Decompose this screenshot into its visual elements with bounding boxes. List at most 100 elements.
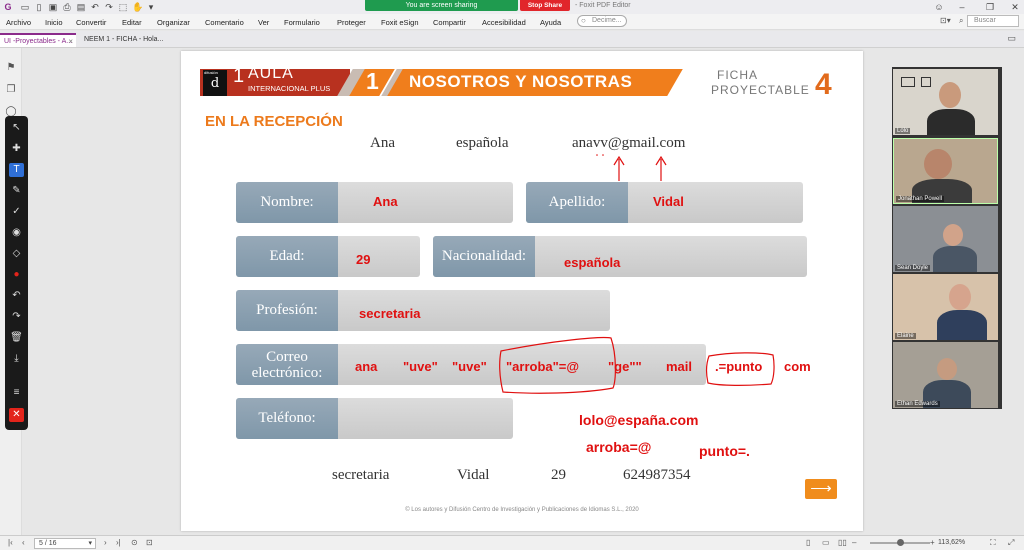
menu-inicio[interactable]: Inicio (45, 18, 63, 27)
scan-icon[interactable]: ▤ (76, 2, 86, 12)
close-tab-icon[interactable]: × (68, 35, 73, 48)
menu-ver[interactable]: Ver (258, 18, 269, 27)
menu-formulario[interactable]: Formulario (284, 18, 320, 27)
participant-tile[interactable]: Sean Doyle (893, 206, 998, 272)
hand-icon[interactable]: ✋ (132, 2, 143, 12)
menu-ayuda[interactable]: Ayuda (540, 18, 561, 27)
menu-foxit-esign[interactable]: Foxit eSign (381, 18, 419, 27)
tab-list-icon[interactable]: ▭ (1007, 33, 1016, 44)
participant-face (937, 358, 957, 380)
chevron-down-icon[interactable]: ▾ (146, 2, 156, 12)
text-tool-icon[interactable]: T (9, 163, 24, 177)
close-icon[interactable]: ✕ (1010, 2, 1020, 12)
handwritten-example-email: lolo@españa.com (579, 412, 699, 428)
first-page-icon[interactable]: |‹ (8, 538, 13, 547)
participant-body (937, 310, 987, 340)
tab-proyectables[interactable]: UI -Proyectables - A... × (0, 33, 76, 47)
unit-title: NOSOTROS Y NOSOTRAS (409, 72, 633, 91)
view-mode-icon[interactable]: ⊙ (131, 538, 138, 547)
handwritten-value: 29 (356, 252, 371, 267)
zoom-level[interactable]: 113,62% (938, 539, 965, 546)
hint-word: secretaria (332, 467, 390, 483)
section-title: EN LA RECEPCIÓN (205, 113, 343, 130)
participant-body (933, 246, 977, 272)
last-page-icon[interactable]: ›| (116, 538, 121, 547)
field-telefono[interactable]: Teléfono: (236, 398, 513, 439)
color-picker-icon[interactable]: ● (9, 268, 24, 282)
account-icon[interactable]: ☺ (934, 2, 944, 12)
save-icon[interactable]: ▣ (48, 2, 58, 12)
trash-icon[interactable]: 🗑 (9, 331, 24, 345)
stop-share-button[interactable]: Stop Share (520, 0, 570, 11)
fit-page-icon[interactable]: ⊡ (146, 538, 153, 547)
print-icon[interactable]: ⎙ (62, 2, 72, 12)
two-page-icon[interactable]: ▯▯ (838, 538, 847, 547)
pages-icon[interactable]: ❐ (5, 84, 17, 96)
field-edad[interactable]: Edad: (236, 236, 420, 277)
book-subtitle: INTERNACIONAL PLUS (248, 84, 331, 93)
zoom-slider-handle[interactable] (897, 539, 904, 546)
menu-convertir[interactable]: Convertir (76, 18, 106, 27)
participant-tile[interactable]: Lolo (893, 69, 998, 135)
ficha-label-line-2: PROYECTABLE (711, 83, 810, 97)
undo-icon[interactable]: ↶ (9, 289, 24, 303)
undo-icon[interactable]: ↶ (90, 2, 100, 12)
menu-accesibilidad[interactable]: Accesibilidad (482, 18, 526, 27)
zoom-in-icon[interactable]: + (930, 538, 935, 547)
field-label-line-2: electrónico: (251, 365, 323, 381)
field-label-line-1: Correo (266, 349, 308, 365)
prev-page-icon[interactable]: ‹ (22, 538, 25, 547)
continuous-page-icon[interactable]: ▭ (822, 538, 830, 547)
checkmark-icon[interactable]: ✓ (9, 205, 24, 219)
fullscreen-icon[interactable]: ⛶ (990, 538, 996, 548)
move-icon[interactable]: ✚ (9, 142, 24, 156)
view-options-icon[interactable]: ⊡▾ (940, 16, 951, 25)
menu-compartir[interactable]: Compartir (433, 18, 466, 27)
select-icon[interactable]: ⬚ (118, 2, 128, 12)
field-label: Nacionalidad: (433, 236, 535, 277)
field-label: Teléfono: (236, 398, 338, 439)
single-page-icon[interactable]: ▯ (806, 538, 810, 547)
menu-bar: Archivo Inicio Convertir Editar Organiza… (0, 14, 1024, 30)
field-profesion[interactable]: Profesión: (236, 290, 610, 331)
document-search-input[interactable]: ⌕ Buscar (959, 15, 1019, 27)
pointer-icon[interactable]: ↖ (9, 121, 24, 135)
level-number: 1 (233, 65, 245, 87)
participant-tile[interactable]: Elaine (893, 274, 998, 340)
menu-proteger[interactable]: Proteger (337, 18, 366, 27)
foxit-logo-icon: G (4, 2, 12, 12)
restore-icon[interactable]: ❐ (985, 2, 995, 12)
stamp-icon[interactable]: ◉ (9, 226, 24, 240)
chevron-down-icon: ▾ (88, 540, 92, 547)
menu-comentario[interactable]: Comentario (205, 18, 244, 27)
open-folder-icon[interactable]: ▭ (20, 2, 30, 12)
bookmark-icon[interactable]: ⚑ (5, 62, 17, 74)
expand-icon[interactable]: ⤢ (1008, 538, 1014, 548)
download-icon[interactable]: ⤓ (9, 352, 24, 366)
ficha-label-line-1: FICHA (717, 68, 758, 82)
participant-tile[interactable]: Ethan Edwards (893, 342, 998, 408)
close-icon[interactable]: ✕ (9, 408, 24, 422)
pen-icon[interactable]: ✎ (9, 184, 24, 198)
next-page-icon[interactable]: › (104, 538, 107, 547)
page-number-input[interactable]: 5 / 16 ▾ (34, 538, 96, 549)
hint-word: española (456, 135, 509, 151)
tab-neem-ficha[interactable]: NEEM 1 - FICHA - Hola... (80, 33, 163, 47)
redo-icon[interactable]: ↷ (9, 310, 24, 324)
participant-name: Elaine (895, 333, 916, 339)
menu-icon[interactable]: ≡ (9, 386, 24, 400)
new-file-icon[interactable]: ▯ (34, 2, 44, 12)
help-search-input[interactable]: ○ Decime... (577, 15, 627, 27)
eraser-icon[interactable]: ◇ (9, 247, 24, 261)
next-arrow-icon[interactable]: ⟶ (805, 479, 837, 499)
menu-editar[interactable]: Editar (122, 18, 142, 27)
redo-icon[interactable]: ↷ (104, 2, 114, 12)
menu-archivo[interactable]: Archivo (6, 18, 31, 27)
screen-sharing-banner[interactable]: You are screen sharing (365, 0, 518, 11)
menu-organizar[interactable]: Organizar (157, 18, 190, 27)
handwritten-value: secretaria (359, 306, 421, 321)
participant-tile[interactable]: Jonathan Powell (893, 138, 998, 204)
zoom-out-icon[interactable]: – (852, 538, 856, 547)
unit-number: 1 (366, 68, 379, 94)
minimize-icon[interactable]: – (957, 2, 967, 12)
